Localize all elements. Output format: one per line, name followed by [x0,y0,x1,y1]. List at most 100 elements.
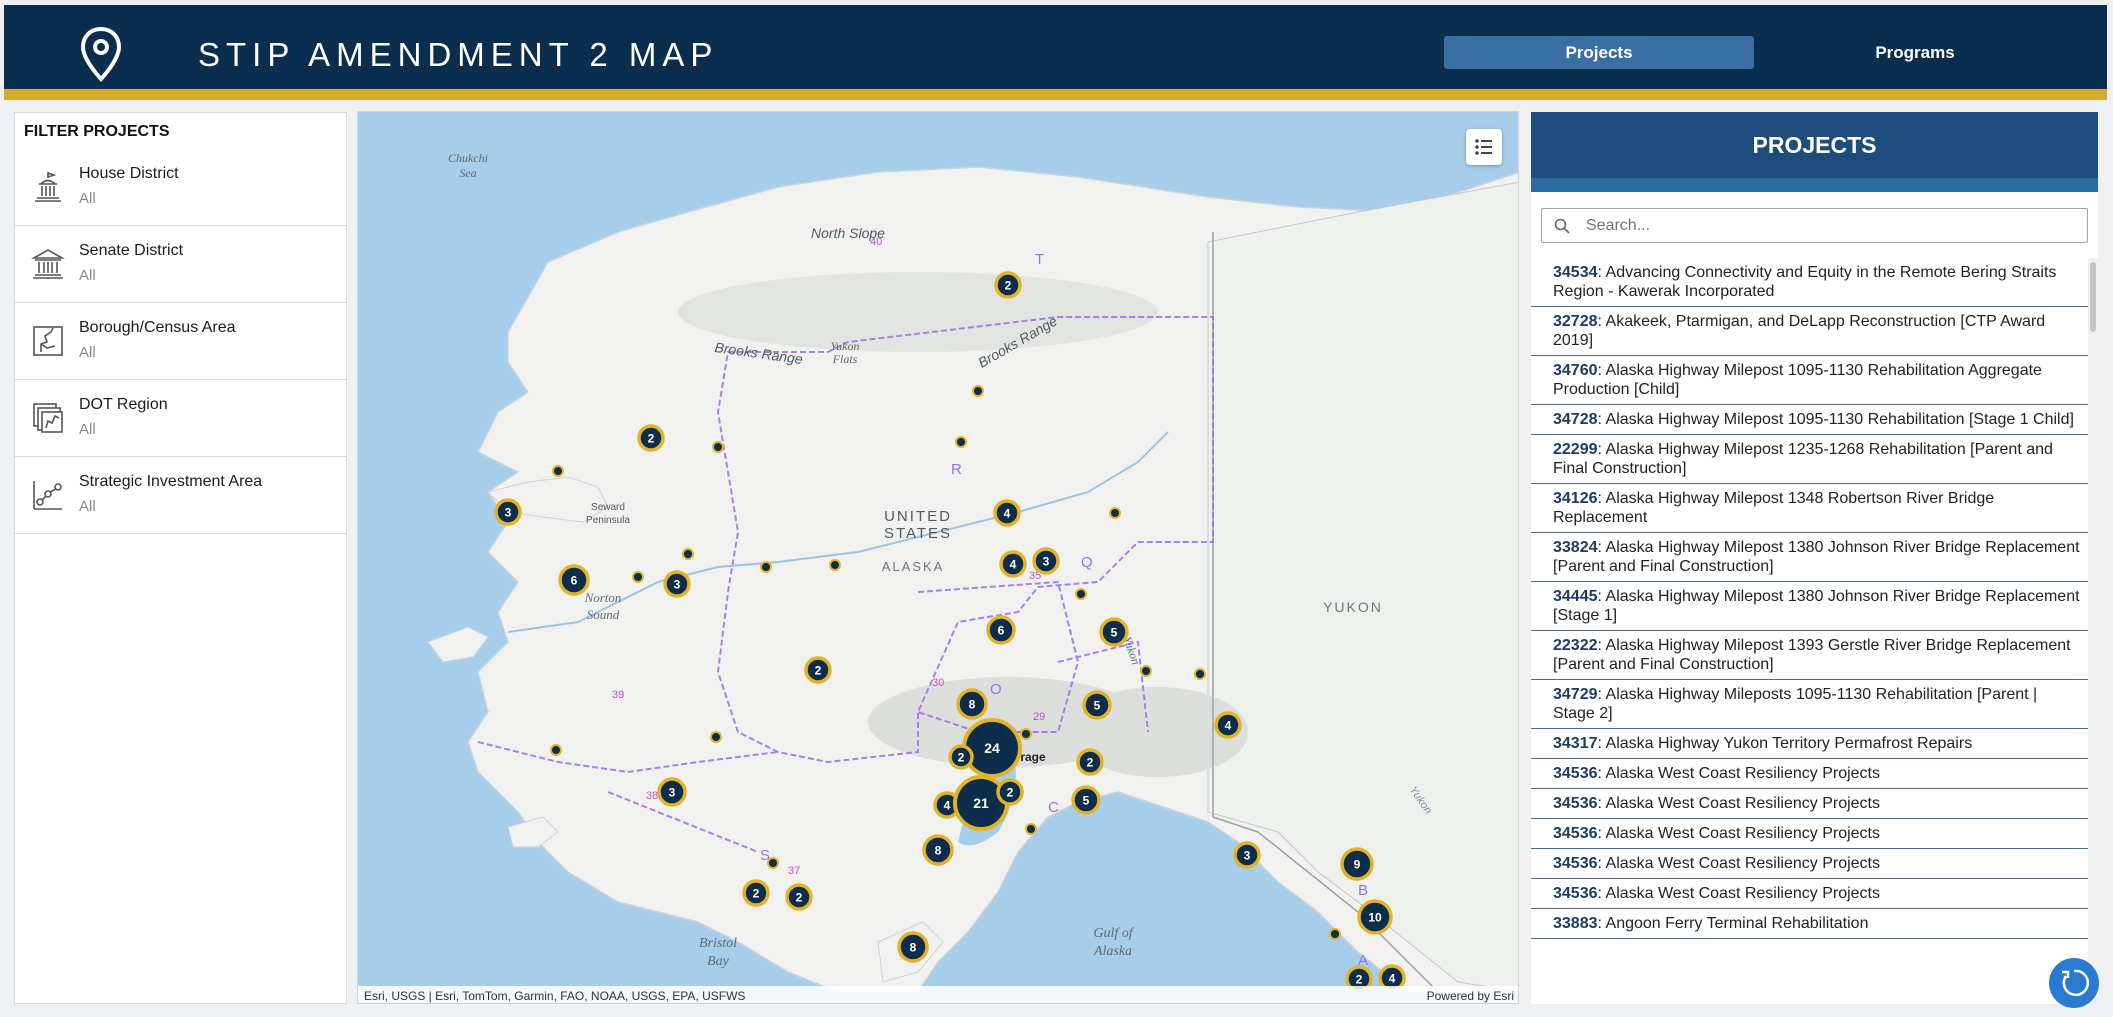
cluster-marker[interactable]: 8 [922,834,954,866]
filter-panel-title: FILTER PROJECTS [24,123,170,140]
project-point [1075,588,1087,600]
cluster-marker[interactable]: 5 [1082,690,1112,720]
project-list-item[interactable]: 34536: Alaska West Coast Resiliency Proj… [1531,849,2088,879]
cluster-marker[interactable]: 2 [948,744,974,770]
project-list-item[interactable]: 34728: Alaska Highway Milepost 1095-1130… [1531,405,2088,435]
cluster-marker[interactable]: 2 [994,271,1022,299]
seward-peninsula-label-2: Peninsula [586,515,630,526]
project-point [552,465,564,477]
project-id: 32728 [1553,313,1598,330]
project-list-item[interactable]: 32728: Akakeek, Ptarmigan, and DeLapp Re… [1531,307,2088,356]
region-letter-b: B [1358,882,1368,899]
project-list-item[interactable]: 34536: Alaska West Coast Resiliency Proj… [1531,759,2088,789]
cluster-marker[interactable]: 2 [804,656,832,684]
project-list-item[interactable]: 22299: Alaska Highway Milepost 1235-1268… [1531,435,2088,484]
project-list-item[interactable]: 34445: Alaska Highway Milepost 1380 John… [1531,582,2088,631]
cluster-marker[interactable]: 2 [996,778,1024,806]
project-list-item[interactable]: 34536: Alaska West Coast Resiliency Proj… [1531,819,2088,849]
cluster-marker[interactable]: 3 [657,777,687,807]
cluster-marker[interactable]: 10 [1357,899,1393,935]
dot-region-filter[interactable]: DOT Region All [15,381,346,457]
cluster-count: 4 [1225,719,1232,733]
project-id: 34534 [1553,264,1598,281]
cluster-marker[interactable]: 2 [1076,748,1104,776]
powered-by-esri[interactable]: Powered by Esri [1427,989,1514,1003]
project-separator: : [1597,686,1606,703]
cluster-marker[interactable]: 8 [897,931,929,963]
cluster-count: 2 [1356,973,1363,987]
cluster-marker[interactable]: 2 [637,424,665,452]
united-states-label-2: STATES [884,525,952,542]
project-list-item[interactable]: 34317: Alaska Highway Yukon Territory Pe… [1531,729,2088,759]
map-canvas[interactable]: Chukchi Sea Yukon Flats Norton Sound Bri… [358,112,1519,1004]
refresh-button[interactable] [2049,958,2099,1008]
project-list-item[interactable]: 34534: Advancing Connectivity and Equity… [1531,258,2088,307]
senate-district-value: All [79,267,96,284]
project-id: 22299 [1553,441,1598,458]
cluster-count: 5 [1094,699,1101,713]
cluster-marker[interactable]: 6 [558,564,590,596]
app-title: STIP AMENDMENT 2 MAP [198,36,719,73]
cluster-marker[interactable]: 3 [663,570,691,598]
project-separator: : [1597,915,1606,932]
programs-tab[interactable]: Programs [1760,36,2070,69]
cluster-marker[interactable]: 4 [1214,711,1242,739]
project-point [632,571,644,583]
project-list-item[interactable]: 34760: Alaska Highway Milepost 1095-1130… [1531,356,2088,405]
project-list-item[interactable]: 33883: Angoon Ferry Terminal Rehabilitat… [1531,909,2088,939]
project-name: Angoon Ferry Terminal Rehabilitation [1605,915,1869,932]
project-name: Alaska West Coast Resiliency Projects [1605,765,1880,782]
cluster-marker[interactable]: 4 [999,550,1027,578]
scrollbar-thumb[interactable] [2090,262,2096,332]
cluster-count: 3 [505,506,512,520]
project-list-item[interactable]: 34126: Alaska Highway Milepost 1348 Robe… [1531,484,2088,533]
cluster-marker[interactable]: 5 [1099,617,1129,647]
project-search[interactable] [1541,208,2088,243]
house-district-filter[interactable]: House District All [15,150,346,226]
cluster-marker[interactable]: 4 [993,499,1021,527]
project-map[interactable]: Chukchi Sea Yukon Flats Norton Sound Bri… [357,111,1519,1004]
cluster-count: 2 [815,664,822,678]
region-letter-q: Q [1081,554,1093,571]
cluster-marker[interactable]: 6 [986,615,1016,645]
project-point [767,857,779,869]
cluster-marker[interactable]: 2 [742,879,770,907]
cluster-count: 3 [1244,849,1251,863]
project-id: 34536 [1553,855,1598,872]
project-list-scrollbar[interactable] [2088,258,2098,1004]
project-list-item[interactable]: 33824: Alaska Highway Milepost 1380 John… [1531,533,2088,582]
project-separator: : [1597,855,1606,872]
cluster-marker[interactable]: 3 [1032,547,1060,575]
cluster-marker[interactable]: 3 [494,498,522,526]
project-list-item[interactable]: 34536: Alaska West Coast Resiliency Proj… [1531,879,2088,909]
cluster-marker[interactable]: 2 [785,883,813,911]
project-list-item[interactable]: 22322: Alaska Highway Milepost 1393 Gers… [1531,631,2088,680]
project-list-item[interactable]: 34536: Alaska West Coast Resiliency Proj… [1531,789,2088,819]
project-id: 34445 [1553,588,1598,605]
project-id: 33824 [1553,539,1598,556]
district-number-37: 37 [788,865,800,877]
cluster-marker[interactable]: 9 [1340,847,1374,881]
project-name: Alaska Highway Milepost 1095-1130 Rehabi… [1605,411,2074,428]
projects-panel-title: PROJECTS [1531,112,2098,178]
project-separator: : [1597,588,1606,605]
borough-census-filter[interactable]: Borough/Census Area All [15,304,346,380]
project-separator: : [1597,313,1606,330]
project-id: 34728 [1553,411,1598,428]
cluster-marker[interactable]: 24 [962,718,1022,778]
cluster-marker[interactable]: 8 [956,688,988,720]
strategic-investment-filter[interactable]: Strategic Investment Area All [15,458,346,534]
cluster-count: 2 [1087,756,1094,770]
cluster-count: 10 [1368,911,1382,925]
search-input[interactable] [1586,214,2076,238]
project-name: Alaska Highway Milepost 1380 Johnson Riv… [1553,588,2080,624]
cluster-marker[interactable]: 3 [1233,841,1261,869]
legend-list-button[interactable] [1466,129,1502,165]
project-list-item[interactable]: 34729: Alaska Highway Mileposts 1095-113… [1531,680,2088,729]
projects-tab[interactable]: Projects [1444,36,1754,69]
attribution-sources[interactable]: Esri, USGS | Esri, TomTom, Garmin, FAO, … [364,989,745,1003]
project-id: 34536 [1553,795,1598,812]
senate-district-filter[interactable]: Senate District All [15,227,346,303]
cluster-marker[interactable]: 5 [1071,785,1101,815]
project-name: Alaska West Coast Resiliency Projects [1605,885,1880,902]
